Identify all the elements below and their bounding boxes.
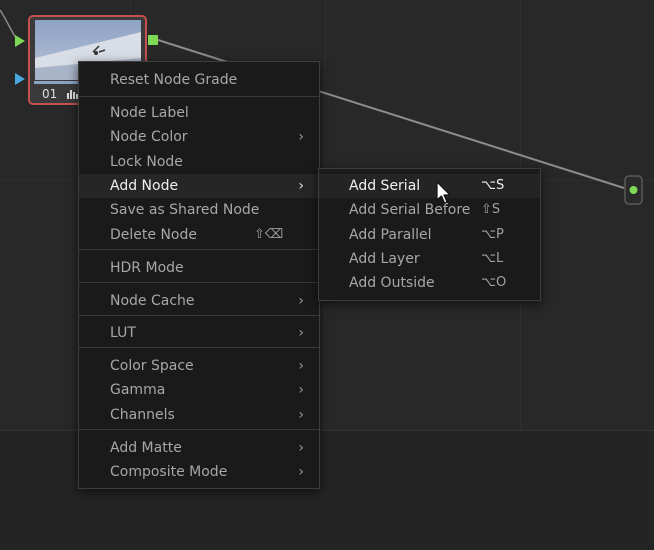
submenu-item-label: Add Parallel	[349, 227, 432, 243]
submenu-item-add-parallel[interactable]: Add Parallel ⌥P	[319, 223, 540, 247]
menu-item-node-color[interactable]: Node Color ›	[79, 125, 319, 149]
menu-item-lock-node[interactable]: Lock Node	[79, 150, 319, 174]
submenu-item-label: Add Serial	[349, 178, 421, 194]
submenu-item-add-layer[interactable]: Add Layer ⌥L	[319, 247, 540, 271]
menu-item-label: Add Node	[110, 178, 179, 194]
node-number: 01	[42, 87, 58, 101]
menu-item-label: Save as Shared Node	[110, 202, 260, 218]
submenu-item-shortcut: ⌥P	[481, 227, 504, 242]
menu-item-label: Composite Mode	[110, 464, 228, 480]
chevron-right-icon: ›	[298, 178, 304, 194]
menu-separator	[79, 249, 319, 250]
menu-item-label: Node Label	[110, 105, 189, 121]
menu-item-channels[interactable]: Channels ›	[79, 403, 319, 427]
menu-separator	[79, 282, 319, 283]
submenu-item-add-serial-before[interactable]: Add Serial Before ⇧S	[319, 198, 540, 222]
menu-item-label: Lock Node	[110, 154, 183, 170]
chevron-right-icon: ›	[298, 440, 304, 456]
menu-item-reset-node-grade[interactable]: Reset Node Grade	[79, 68, 319, 92]
submenu-item-add-outside[interactable]: Add Outside ⌥O	[319, 271, 540, 295]
submenu-item-label: Add Layer	[349, 251, 420, 267]
menu-item-add-node[interactable]: Add Node ›	[79, 174, 319, 198]
menu-separator	[79, 347, 319, 348]
menu-item-lut[interactable]: LUT ›	[79, 321, 319, 345]
submenu-item-shortcut: ⌥S	[481, 178, 505, 193]
rgb-output-port-icon[interactable]	[148, 35, 158, 45]
submenu-item-label: Add Outside	[349, 275, 435, 291]
chevron-right-icon: ›	[298, 407, 304, 423]
menu-item-color-space[interactable]: Color Space ›	[79, 354, 319, 378]
output-node-icon[interactable]	[624, 175, 644, 205]
submenu-item-shortcut: ⌥L	[481, 251, 504, 266]
menu-item-composite-mode[interactable]: Composite Mode ›	[79, 460, 319, 484]
chevron-right-icon: ›	[298, 129, 304, 145]
submenu-item-add-serial[interactable]: Add Serial ⌥S	[319, 174, 540, 198]
menu-item-label: Gamma	[110, 382, 166, 398]
submenu-item-label: Add Serial Before	[349, 202, 471, 218]
menu-item-hdr-mode[interactable]: HDR Mode	[79, 256, 319, 280]
node-context-menu: Reset Node Grade Node Label Node Color › Loc…	[78, 61, 320, 489]
menu-item-label: Channels	[110, 407, 175, 423]
chevron-right-icon: ›	[298, 382, 304, 398]
menu-item-label: HDR Mode	[110, 260, 184, 276]
submenu-item-shortcut: ⇧S	[481, 202, 501, 217]
menu-item-gamma[interactable]: Gamma ›	[79, 378, 319, 402]
menu-separator	[79, 96, 319, 97]
menu-item-label: Color Space	[110, 358, 194, 374]
menu-item-label: Delete Node	[110, 227, 197, 243]
menu-item-label: Node Color	[110, 129, 188, 145]
add-node-submenu: Add Serial ⌥S Add Serial Before ⇧S Add Paral…	[318, 168, 541, 301]
menu-item-label: Reset Node Grade	[110, 72, 238, 88]
chevron-right-icon: ›	[298, 464, 304, 480]
chevron-right-icon: ›	[298, 293, 304, 309]
submenu-item-shortcut: ⌥O	[481, 275, 507, 290]
menu-item-label: Node Cache	[110, 293, 195, 309]
menu-item-save-as-shared-node[interactable]: Save as Shared Node	[79, 198, 319, 222]
menu-item-shortcut: ⇧⌫	[254, 227, 284, 242]
menu-separator	[79, 429, 319, 430]
menu-item-delete-node[interactable]: Delete Node ⇧⌫	[79, 223, 319, 247]
menu-item-label: Add Matte	[110, 440, 182, 456]
menu-item-node-cache[interactable]: Node Cache ›	[79, 289, 319, 313]
alpha-input-port-icon[interactable]	[15, 73, 25, 85]
rgb-input-port-icon[interactable]	[15, 35, 25, 47]
mouse-pointer-icon	[436, 181, 451, 204]
chevron-right-icon: ›	[298, 325, 304, 341]
chevron-right-icon: ›	[298, 358, 304, 374]
menu-separator	[79, 315, 319, 316]
menu-item-add-matte[interactable]: Add Matte ›	[79, 436, 319, 460]
menu-item-node-label[interactable]: Node Label	[79, 101, 319, 125]
menu-item-label: LUT	[110, 325, 136, 341]
